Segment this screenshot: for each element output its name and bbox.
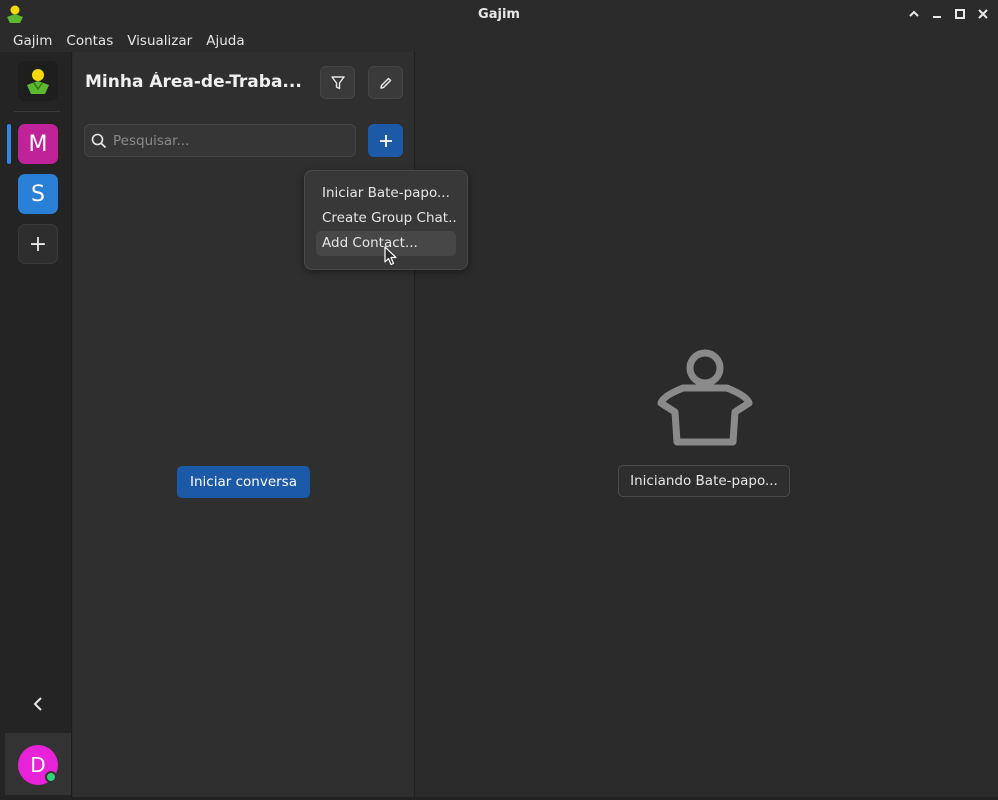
edit-workspace-button[interactable] <box>368 66 403 99</box>
plus-icon <box>379 134 392 147</box>
pencil-icon <box>379 77 391 89</box>
gajim-logo-icon <box>7 5 23 23</box>
starting-chat-button[interactable]: Iniciando Bate-papo... <box>618 465 790 497</box>
start-chat-menu-button[interactable] <box>368 124 403 157</box>
window-title: Gajim <box>478 7 520 22</box>
collapse-sidebar-button[interactable] <box>26 692 50 716</box>
account-button[interactable]: D <box>5 733 71 795</box>
rail-divider <box>14 111 60 112</box>
menu-item-start-chat[interactable]: Iniciar Bate-papo... <box>316 181 456 206</box>
start-conversation-button[interactable]: Iniciar conversa <box>177 466 310 498</box>
menu-gajim[interactable]: Gajim <box>6 33 59 49</box>
main-window-button[interactable] <box>18 61 58 101</box>
active-workspace-indicator <box>7 124 11 164</box>
chevron-left-icon <box>33 697 42 711</box>
search-input[interactable] <box>113 132 343 149</box>
gajim-logo-icon <box>27 69 49 94</box>
search-icon <box>91 133 107 148</box>
person-placeholder-icon <box>657 349 753 446</box>
filter-icon <box>330 75 345 89</box>
maximize-icon[interactable] <box>950 4 969 24</box>
title-bar: Gajim <box>0 0 998 29</box>
workspace-rail: M S + D <box>0 52 72 797</box>
filter-button[interactable] <box>320 66 355 99</box>
workspace-title: Minha Área-de-Traba... <box>85 72 302 92</box>
menu-ajuda[interactable]: Ajuda <box>199 33 251 49</box>
window-controls <box>904 4 992 24</box>
main-pane: Iniciando Bate-papo... <box>416 52 998 797</box>
add-workspace-button[interactable]: + <box>18 224 58 264</box>
mouse-cursor-icon <box>384 246 397 266</box>
chat-list-pane: Minha Área-de-Traba... Iniciar conversa <box>73 52 415 797</box>
close-icon[interactable] <box>973 4 992 24</box>
menu-bar: Gajim Contas Visualizar Ajuda <box>0 29 998 52</box>
workspace-s[interactable]: S <box>18 174 58 214</box>
chevron-up-icon[interactable] <box>904 4 923 24</box>
minimize-icon[interactable] <box>927 4 946 24</box>
search-field[interactable] <box>84 124 356 157</box>
workspace-m[interactable]: M <box>18 124 58 164</box>
menu-item-create-group-chat[interactable]: Create Group Chat... <box>316 206 456 231</box>
menu-visualizar[interactable]: Visualizar <box>120 33 199 49</box>
menu-contas[interactable]: Contas <box>59 33 120 49</box>
online-status-badge <box>45 771 57 783</box>
